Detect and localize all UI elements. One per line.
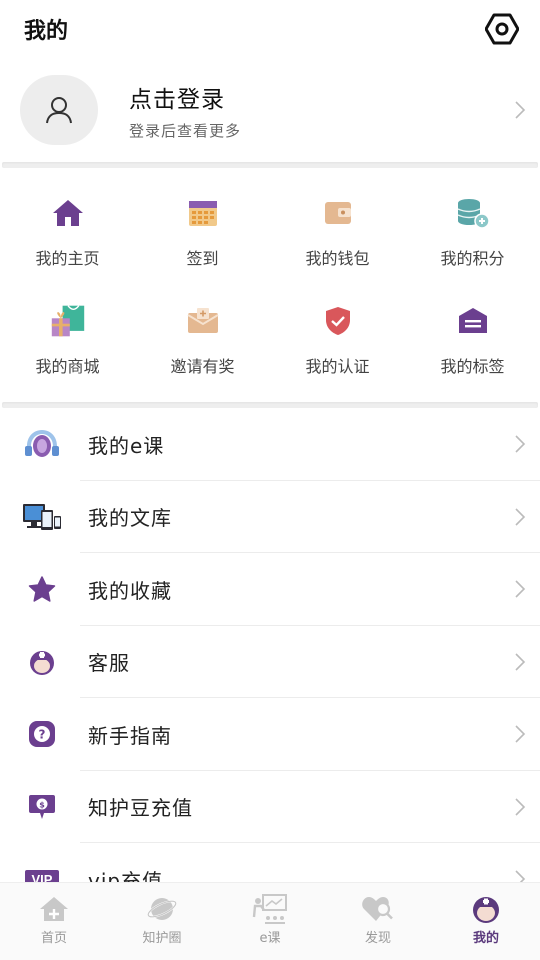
calendar-icon xyxy=(188,201,217,226)
library-devices-icon xyxy=(23,503,61,530)
grid-item-certification[interactable]: 我的认证 xyxy=(270,286,405,394)
chevron-right-icon xyxy=(515,101,526,119)
grid-label: 邀请有奖 xyxy=(170,357,235,376)
wallet-icon xyxy=(324,202,351,224)
grid-label: 我的钱包 xyxy=(305,249,370,268)
tab-label: 知护圈 xyxy=(142,931,182,946)
nurse-icon xyxy=(30,650,54,675)
grid-item-mall[interactable]: 我的商城 xyxy=(0,286,135,394)
home-icon xyxy=(52,200,83,226)
list-label: 知护豆充值 xyxy=(88,796,193,821)
coins-icon xyxy=(457,199,490,229)
tab-home[interactable]: 首页 xyxy=(0,883,108,960)
planet-tab-icon xyxy=(147,898,177,920)
list-item-beginner-guide[interactable]: ? 新手指南 xyxy=(0,698,540,771)
user-icon xyxy=(46,97,72,124)
question-icon: ? xyxy=(29,721,55,748)
grid-item-invite[interactable]: 邀请有奖 xyxy=(135,286,270,394)
settings-hexagon-icon xyxy=(485,13,519,45)
tab-label: 首页 xyxy=(40,931,67,946)
feature-grid: 我的主页 签到 我的钱包 我的积分 我的商城 邀请有奖 我的认证 我的标签 xyxy=(0,168,540,402)
settings-button[interactable] xyxy=(484,11,520,47)
grid-item-home[interactable]: 我的主页 xyxy=(0,178,135,286)
page-title: 我的 xyxy=(24,19,69,44)
chevron-right-icon xyxy=(515,435,526,453)
list-label: 客服 xyxy=(88,651,130,676)
login-title: 点击登录 xyxy=(129,86,225,113)
grid-label: 签到 xyxy=(186,249,219,268)
list-item-my-favorites[interactable]: 我的收藏 xyxy=(0,553,540,626)
discover-tab-icon xyxy=(362,897,393,921)
tab-label: 我的 xyxy=(472,931,499,946)
grid-label: 我的主页 xyxy=(35,249,100,268)
tab-me[interactable]: 我的 xyxy=(432,883,540,960)
me-tab-icon xyxy=(473,897,499,923)
menu-list: 我的e课 我的文库 我的收藏 客服 ? 新手指南 $ 知护豆充值 VIP vip… xyxy=(0,408,540,916)
coin-chat-icon: $ xyxy=(29,794,55,819)
grid-label: 我的积分 xyxy=(440,249,505,268)
tab-label: e课 xyxy=(259,931,281,946)
avatar xyxy=(20,75,98,145)
star-icon xyxy=(28,576,56,602)
grid-item-wallet[interactable]: 我的钱包 xyxy=(270,178,405,286)
grid-item-checkin[interactable]: 签到 xyxy=(135,178,270,286)
grid-label: 我的商城 xyxy=(35,357,100,376)
grid-item-points[interactable]: 我的积分 xyxy=(405,178,540,286)
svg-text:$: $ xyxy=(39,800,45,809)
top-bar: 我的 xyxy=(0,0,540,58)
invite-envelope-icon xyxy=(186,308,219,333)
home-tab-icon xyxy=(40,897,68,921)
bottom-tab-bar: 首页 知护圈 e课 发现 我的 xyxy=(0,882,540,960)
chevron-right-icon xyxy=(515,508,526,526)
chevron-right-icon xyxy=(515,798,526,816)
list-label: 我的e课 xyxy=(88,433,165,458)
course-headset-icon xyxy=(25,430,59,458)
chevron-right-icon xyxy=(515,725,526,743)
list-label: 新手指南 xyxy=(88,723,172,748)
list-label: 我的收藏 xyxy=(88,578,172,603)
grid-item-tags[interactable]: 我的标签 xyxy=(405,286,540,394)
tag-icon xyxy=(458,308,487,333)
shopping-bag-icon xyxy=(51,305,84,337)
shield-check-icon xyxy=(325,307,350,335)
tab-label: 发现 xyxy=(364,931,391,946)
tab-circle[interactable]: 知护圈 xyxy=(108,883,216,960)
tab-ecourse[interactable]: e课 xyxy=(216,883,324,960)
tab-discover[interactable]: 发现 xyxy=(324,883,432,960)
list-label: 我的文库 xyxy=(88,506,172,531)
login-subtitle: 登录后查看更多 xyxy=(129,121,242,140)
list-item-my-courses[interactable]: 我的e课 xyxy=(0,408,540,481)
grid-label: 我的认证 xyxy=(305,357,370,376)
svg-text:?: ? xyxy=(39,728,46,742)
teacher-tab-icon xyxy=(252,894,287,924)
chevron-right-icon xyxy=(515,580,526,598)
login-card[interactable]: 点击登录 登录后查看更多 xyxy=(0,58,540,162)
list-item-customer-service[interactable]: 客服 xyxy=(0,626,540,698)
grid-label: 我的标签 xyxy=(440,357,505,376)
list-item-bean-recharge[interactable]: $ 知护豆充值 xyxy=(0,771,540,843)
chevron-right-icon xyxy=(515,653,526,671)
list-item-my-library[interactable]: 我的文库 xyxy=(0,481,540,553)
